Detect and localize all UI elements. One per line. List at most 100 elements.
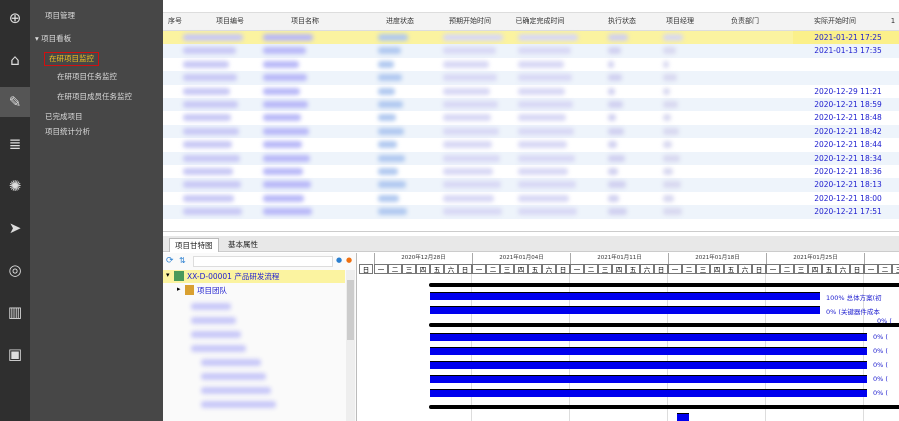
table-row[interactable]: 2021-01-13 17:35 — [163, 44, 899, 58]
book-icon[interactable]: ▥ — [0, 297, 30, 327]
redacted-cell — [378, 154, 405, 162]
redacted-cell — [518, 101, 573, 108]
nav-item[interactable]: 在研项目监控 — [44, 52, 99, 66]
table-row[interactable]: 2021-01-21 17:25 — [163, 31, 899, 45]
nav-item[interactable]: 在研项目任务监控 — [57, 70, 117, 84]
table-row[interactable]: 2020-12-21 18:13 — [163, 178, 899, 192]
task-label: 0% ( — [873, 375, 888, 383]
nav-panel: 项目管理 ▾ 项目看板在研项目监控在研项目任务监控在研项目成员任务监控已完成项目项… — [30, 0, 163, 421]
day-cell: 五 — [528, 264, 542, 274]
task-label: 0% ( — [873, 333, 888, 341]
redacted-cell — [608, 101, 623, 108]
day-cell: 二 — [682, 264, 696, 274]
day-cell: 二 — [388, 264, 402, 274]
table-row[interactable]: 2020-12-21 18:44 — [163, 138, 899, 152]
actual-start-cell: 2020-12-21 17:51 — [814, 207, 882, 217]
redacted-cell — [378, 60, 394, 68]
day-cell: 五 — [822, 264, 836, 274]
redacted-cell — [378, 208, 407, 216]
redacted-cell — [443, 101, 498, 108]
day-cell: 四 — [710, 264, 724, 274]
redacted-cell — [378, 34, 408, 41]
refresh-icon[interactable]: ⟳ — [166, 256, 174, 266]
day-cell: 日 — [458, 264, 472, 274]
table-row[interactable]: 2020-12-21 18:48 — [163, 111, 899, 125]
tree-search-input[interactable] — [193, 256, 333, 267]
project-tree: ⟳ ⇅ ● ● ▾ XX-D-00001 产品研发流程 ▸ 项目团队 — [163, 253, 357, 421]
column-header[interactable]: 1 — [858, 13, 899, 30]
column-header[interactable]: 进度状态 — [365, 13, 435, 30]
column-header[interactable]: 预期开始时间 — [435, 13, 505, 30]
redacted-cell — [518, 154, 575, 162]
project-table: 序号 项目编号 项目名称 进度状态 预期开始时间 已确定完成时间 执行状态 项目经理 负责部门实… — [163, 0, 899, 232]
table-row[interactable]: 2020-12-21 18:59 — [163, 98, 899, 112]
nav-item[interactable]: 项目统计分析 — [45, 125, 90, 139]
redacted-cell — [663, 47, 676, 55]
redacted-cell — [663, 208, 682, 216]
nav-item[interactable]: ▾ 项目看板 — [35, 32, 71, 46]
table-row[interactable]: 2020-12-21 18:42 — [163, 124, 899, 139]
table-row[interactable] — [163, 71, 899, 85]
redacted-cell — [518, 47, 571, 55]
table-row[interactable]: 2020-12-21 18:36 — [163, 165, 899, 179]
redacted-cell — [263, 208, 312, 216]
redacted-cell — [183, 194, 234, 202]
summary-bar — [429, 283, 899, 287]
nav-item[interactable]: 已完成项目 — [45, 110, 83, 124]
nav-item[interactable]: 项目管理 — [45, 9, 75, 23]
redacted-cell — [378, 181, 406, 189]
tree-item-team[interactable]: ▸ 项目团队 — [163, 284, 345, 297]
table-row[interactable] — [163, 57, 899, 72]
week-header: 2021年01月04日 — [472, 253, 570, 264]
id-card-icon[interactable]: ▣ — [0, 339, 30, 369]
tree-root[interactable]: ▾ XX-D-00001 产品研发流程 — [163, 270, 345, 283]
table-row[interactable]: 2020-12-21 18:34 — [163, 151, 899, 165]
day-cell: 一 — [668, 264, 682, 274]
day-cell: 一 — [374, 264, 388, 274]
redacted-cell — [608, 168, 618, 175]
target-icon[interactable]: ◎ — [0, 255, 30, 285]
actual-start-cell: 2020-12-21 18:36 — [814, 167, 882, 176]
redacted-cell — [378, 194, 399, 202]
home-icon[interactable]: ⌂ — [0, 45, 30, 75]
edit-icon[interactable]: ✎ — [0, 87, 30, 117]
loading-icon[interactable]: ✺ — [0, 171, 30, 201]
search-icon[interactable]: ⊕ — [0, 3, 30, 33]
redacted-cell — [183, 47, 236, 55]
column-header[interactable]: 项目经理 — [645, 13, 715, 30]
table-header: 序号 项目编号 项目名称 进度状态 预期开始时间 已确定完成时间 执行状态 项目经理 负责部门实… — [163, 12, 899, 31]
database-icon[interactable]: ≣ — [0, 129, 30, 159]
day-cell: 三 — [500, 264, 514, 274]
tree-scrollbar[interactable] — [346, 270, 355, 421]
redacted-cell — [663, 127, 679, 135]
tab-basic-properties[interactable]: 基本属性 — [223, 238, 263, 252]
column-header[interactable]: 负责部门 — [710, 13, 780, 30]
expand-icon[interactable]: ● — [336, 256, 342, 264]
redacted-tree-item — [191, 317, 236, 324]
tab-gantt[interactable]: 项目甘特图 — [169, 238, 219, 252]
day-cell: 六 — [836, 264, 850, 274]
redacted-cell — [263, 154, 310, 162]
task-label: 100% 总体方案(初 — [826, 294, 882, 302]
table-row[interactable]: 2020-12-21 17:51 — [163, 205, 899, 219]
day-cell: 日 — [654, 264, 668, 274]
send-icon[interactable]: ➤ — [0, 213, 30, 243]
filter-icon[interactable]: ⇅ — [179, 256, 186, 265]
day-cell: 二 — [780, 264, 794, 274]
redacted-cell — [263, 141, 302, 149]
column-header[interactable]: 项目名称 — [270, 13, 340, 30]
day-cell: 六 — [542, 264, 556, 274]
redacted-tree-item — [201, 387, 271, 394]
collapse-icon[interactable]: ● — [346, 256, 352, 264]
table-row[interactable]: 2020-12-21 18:00 — [163, 191, 899, 206]
redacted-cell — [608, 141, 617, 149]
redacted-cell — [378, 74, 402, 82]
column-header[interactable]: 已确定完成时间 — [505, 13, 575, 30]
nav-item[interactable]: 在研项目成员任务监控 — [57, 90, 132, 104]
redacted-tree-item — [191, 345, 246, 352]
redacted-cell — [443, 60, 489, 68]
tree-root-label: XX-D-00001 产品研发流程 — [187, 272, 280, 281]
table-row[interactable]: 2020-12-29 11:21 — [163, 84, 899, 98]
column-header[interactable]: 项目编号 — [195, 13, 265, 30]
day-cell: 五 — [626, 264, 640, 274]
